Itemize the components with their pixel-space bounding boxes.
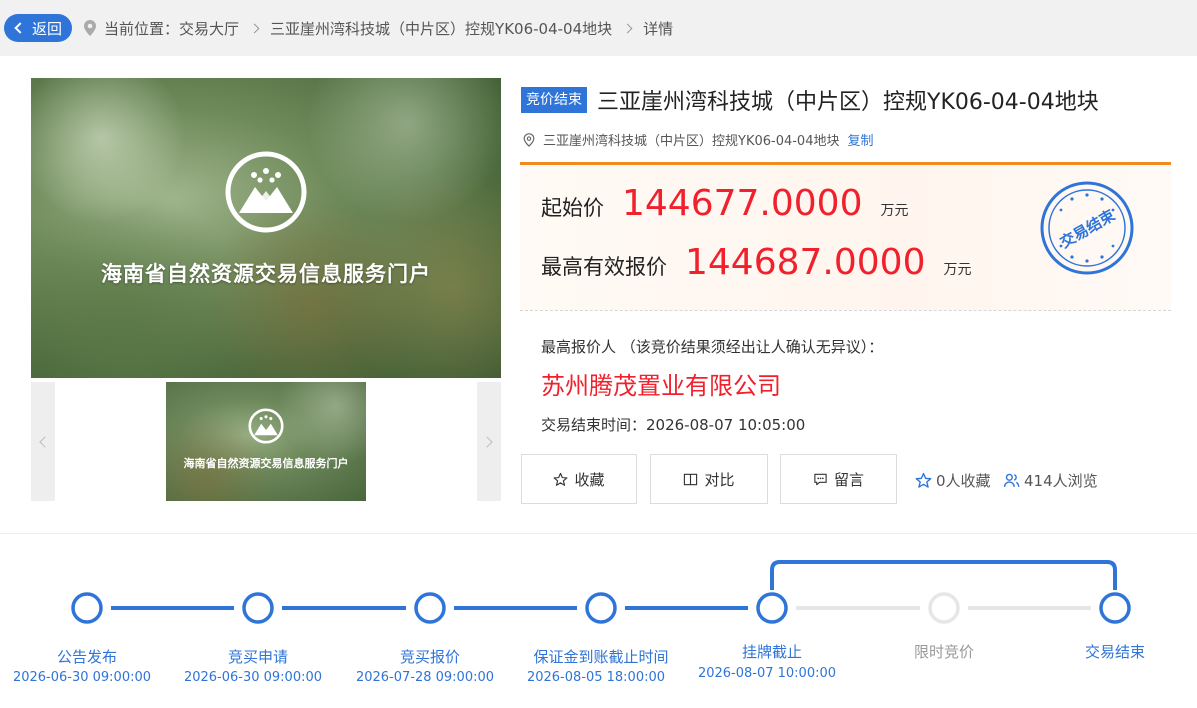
compare-button[interactable]: 对比 bbox=[650, 454, 768, 504]
price-unit: 万元 bbox=[880, 203, 909, 219]
timeline-node bbox=[585, 592, 617, 624]
title-row: 竞价结束 三亚崖州湾科技城（中片区）控规YK06-04-04地块 bbox=[521, 84, 1099, 116]
views-count: 414人浏览 bbox=[1003, 470, 1098, 491]
price-unit: 万元 bbox=[943, 262, 972, 278]
back-button[interactable]: 返回 bbox=[4, 14, 73, 42]
breadcrumb: 返回 当前位置： 交易大厅 三亚崖州湾科技城（中片区）控规YK06-04-04地… bbox=[0, 0, 1197, 56]
timeline-node bbox=[928, 592, 960, 624]
location-row: 三亚崖州湾科技城（中片区）控规YK06-04-04地块 复制 bbox=[523, 130, 874, 149]
views-count-text: 414人浏览 bbox=[1024, 472, 1098, 490]
star-icon bbox=[915, 472, 932, 488]
timeline-step-label: 限时竞价 bbox=[913, 643, 974, 661]
timeline-node bbox=[756, 592, 788, 624]
breadcrumb-item-hall[interactable]: 交易大厅 bbox=[179, 18, 239, 39]
deal-closed-stamp: 交易结束 bbox=[1040, 181, 1134, 275]
chevron-left-icon bbox=[39, 435, 51, 448]
highest-price-value: 144687.0000 bbox=[685, 242, 926, 283]
breadcrumb-item-plot[interactable]: 三亚崖州湾科技城（中片区）控规YK06-04-04地块 bbox=[270, 18, 612, 39]
start-price-label: 起始价 bbox=[541, 196, 604, 220]
star-icon bbox=[554, 472, 568, 486]
timeline-step-date: 2026-08-07 10:00:00 bbox=[697, 666, 837, 681]
top-bidder-name: 苏州腾茂置业有限公司 bbox=[541, 372, 781, 400]
chevron-left-icon bbox=[14, 22, 26, 34]
timeline-step-label: 竞买报价 bbox=[399, 648, 460, 666]
breadcrumb-item-detail: 详情 bbox=[643, 19, 674, 38]
timeline-node bbox=[71, 592, 103, 624]
back-label: 返回 bbox=[32, 19, 63, 38]
location-pin-icon bbox=[523, 132, 535, 147]
page-title: 三亚崖州湾科技城（中片区）控规YK06-04-04地块 bbox=[597, 90, 1099, 115]
location-pin-icon bbox=[84, 20, 97, 36]
progress-timeline: 公告发布 2026-06-30 09:00:00 竞买申请 2026-06-30 09… bbox=[0, 535, 1197, 708]
start-price-row: 起始价 144677.0000 万元 bbox=[541, 183, 909, 224]
favorites-count-text: 0人收藏 bbox=[936, 472, 991, 490]
divider bbox=[520, 310, 1171, 311]
highest-price-label: 最高有效报价 bbox=[541, 255, 667, 279]
timeline-bypass-connector bbox=[770, 560, 1117, 590]
comment-icon bbox=[814, 473, 827, 485]
timeline-step-date: 2026-07-28 09:00:00 bbox=[355, 670, 495, 685]
timeline-step-label: 竞买申请 bbox=[227, 648, 288, 666]
portal-logo-icon bbox=[248, 408, 284, 444]
timeline-step-date: 2026-08-05 18:00:00 bbox=[526, 670, 666, 685]
timeline-step-label: 交易结束 bbox=[1084, 643, 1145, 661]
gallery-prev-button[interactable] bbox=[31, 382, 55, 501]
timeline-node bbox=[1099, 592, 1131, 624]
compare-icon bbox=[684, 473, 698, 485]
timeline-node bbox=[414, 592, 446, 624]
price-panel: 起始价 144677.0000 万元 最高有效报价 144687.0000 万元… bbox=[520, 162, 1171, 310]
users-icon bbox=[1003, 473, 1020, 487]
copy-link[interactable]: 复制 bbox=[847, 130, 873, 149]
status-badge: 竞价结束 bbox=[521, 87, 587, 113]
message-label: 留言 bbox=[833, 470, 864, 489]
start-price-value: 144677.0000 bbox=[622, 183, 863, 224]
timeline-step-date: 2026-06-30 09:00:00 bbox=[12, 670, 152, 685]
location-prefix: 当前位置： bbox=[104, 19, 180, 38]
location-text: 三亚崖州湾科技城（中片区）控规YK06-04-04地块 bbox=[543, 134, 840, 149]
compare-label: 对比 bbox=[704, 470, 735, 489]
end-time: 交易结束时间：2026-08-07 10:05:00 bbox=[541, 416, 806, 434]
chevron-right-icon bbox=[622, 23, 633, 33]
gallery-thumbnail[interactable]: 海南省自然资源交易信息服务门户 bbox=[166, 382, 366, 501]
favorite-label: 收藏 bbox=[574, 470, 605, 489]
thumb-caption: 海南省自然资源交易信息服务门户 bbox=[183, 457, 349, 470]
timeline-step-label: 公告发布 bbox=[56, 648, 117, 666]
listing-card: 海南省自然资源交易信息服务门户 海南省自然资源交易信息服务门户 竞价结束 三亚崖… bbox=[0, 56, 1197, 534]
hero-caption: 海南省自然资源交易信息服务门户 bbox=[101, 262, 431, 286]
chevron-right-icon bbox=[481, 435, 493, 448]
message-button[interactable]: 留言 bbox=[780, 454, 897, 504]
hero-image: 海南省自然资源交易信息服务门户 bbox=[31, 78, 501, 378]
gallery-next-button[interactable] bbox=[477, 382, 501, 501]
favorites-count: 0人收藏 bbox=[915, 470, 991, 491]
highest-price-row: 最高有效报价 144687.0000 万元 bbox=[541, 242, 972, 283]
stamp-text: 交易结束 bbox=[1057, 206, 1119, 252]
timeline-node bbox=[242, 592, 274, 624]
favorite-button[interactable]: 收藏 bbox=[521, 454, 637, 504]
portal-logo-icon bbox=[225, 151, 307, 233]
timeline-step-date: 2026-06-30 09:00:00 bbox=[183, 670, 323, 685]
timeline-step-label: 挂牌截止 bbox=[741, 643, 802, 661]
chevron-right-icon bbox=[249, 23, 260, 33]
top-bidder-label: 最高报价人 （该竞价结果须经出让人确认无异议）： bbox=[541, 338, 884, 356]
timeline-step-label: 保证金到账截止时间 bbox=[533, 648, 669, 666]
